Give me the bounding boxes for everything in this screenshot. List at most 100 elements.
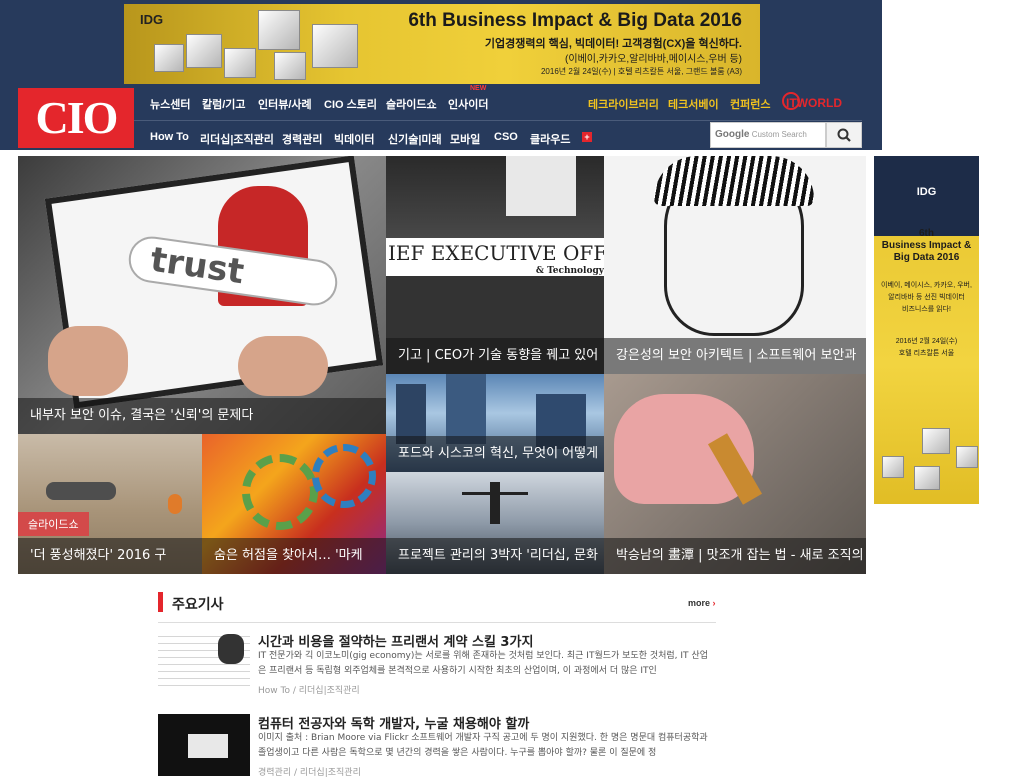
search-icon <box>837 128 851 142</box>
feature-tile[interactable]: 숨은 허점을 찾아서… '마케 <box>202 434 386 574</box>
businessman-arms <box>462 492 528 495</box>
feature-tile[interactable]: 슬라이드쇼 '더 풍성해졌다' 2016 구 <box>18 434 202 574</box>
feature-tile[interactable]: 포드와 시스코의 혁신, 무엇이 어떻게 <box>386 374 604 472</box>
article-category[interactable]: How To / 리더십|조직관리 <box>258 683 360 696</box>
side-ad-title-line: Business Impact & <box>881 240 972 251</box>
side-ad-desc-line: 비즈니스를 읽다! <box>902 306 951 313</box>
article-thumbnail[interactable] <box>158 630 250 692</box>
banner-brand: IDG <box>140 12 164 27</box>
cio-logo[interactable]: CIO <box>18 88 134 148</box>
nav-divider <box>134 120 862 121</box>
hair-sketch <box>654 156 814 206</box>
side-cube-graphic <box>914 466 940 490</box>
more-link[interactable]: more › <box>688 598 716 608</box>
search-placeholder: Custom Search <box>751 130 807 139</box>
laptop-screen-image <box>188 734 228 758</box>
starwars-image <box>46 482 116 500</box>
nav-column[interactable]: 칼럼/기고 <box>202 96 246 112</box>
nav-howto[interactable]: How To <box>150 131 189 143</box>
search-button[interactable] <box>826 122 862 148</box>
nav-mobile[interactable]: 모바일 <box>450 131 480 147</box>
top-banner-ad[interactable]: IDG 6th Business Impact & Big Data 2016 … <box>124 4 760 84</box>
nav-cso[interactable]: CSO <box>494 131 518 143</box>
building-image <box>396 384 426 444</box>
nav-cio-story[interactable]: CIO 스토리 <box>324 96 377 112</box>
side-ad-title-line: Big Data 2016 <box>893 252 960 263</box>
article-summary: IT 전문가와 긱 이코노미(gig economy)는 서로를 위해 존재하는… <box>258 651 708 676</box>
nav-leadership[interactable]: 리더십|조직관리 <box>200 131 274 147</box>
nav-news[interactable]: 뉴스센터 <box>150 96 190 112</box>
side-ad-desc-line: 알리바바 등 선진 빅데이터 <box>888 294 965 301</box>
feature-tile[interactable]: IEF EXECUTIVE OFFI & Technology 기고 | CEO… <box>386 156 604 374</box>
gear-icon <box>312 444 376 508</box>
nav-insider[interactable]: 인사이더 <box>448 96 488 112</box>
nav-cloud[interactable]: 클라우드 <box>530 131 570 147</box>
article-thumbnail[interactable] <box>158 714 250 776</box>
article-title[interactable]: 컴퓨터 전공자와 독학 개발자, 누굴 채용해야 할까 <box>258 713 529 732</box>
nav-conference[interactable]: 컨퍼런스 <box>730 96 770 112</box>
article-summary: 이미지 출처 : Brian Moore via Flickr 소프트웨어 개발… <box>258 733 708 758</box>
feature-tile[interactable]: 박승남의 畫潭 | 맛조개 잡는 법 - 새로 조직의 <box>604 374 866 574</box>
nav-career[interactable]: 경력관리 <box>282 131 322 147</box>
tile-caption: 내부자 보안 이슈, 결국은 '신뢰'의 문제다 <box>18 398 386 434</box>
hand-image <box>48 326 128 396</box>
slideshow-badge[interactable]: 슬라이드쇼 <box>18 512 89 536</box>
article-category[interactable]: 경력관리 / 리더십|조직관리 <box>258 765 361 778</box>
banner-cube-graphic <box>312 24 358 68</box>
section-marker <box>158 592 163 612</box>
nav-more-plus[interactable]: + <box>582 132 592 142</box>
nav-itworld[interactable]: ITWORLD <box>786 96 842 110</box>
side-cube-graphic <box>922 428 950 454</box>
banner-cube-graphic <box>224 48 256 78</box>
side-ad-desc: 이베이, 메이시스, 카카오, 우버, 알리바바 등 선진 빅데이터 비즈니스를… <box>874 280 979 316</box>
banner-line1: 기업경쟁력의 핵심, 빅데이터! 고객경험(CX)을 혁신하다. <box>484 38 742 50</box>
more-label: more <box>688 598 711 608</box>
section-divider <box>158 622 716 623</box>
nav-newtech[interactable]: 신기술|미래 <box>388 131 442 147</box>
section-title: 주요기사 <box>172 597 224 613</box>
tile-caption: '더 풍성해졌다' 2016 구 <box>18 538 202 574</box>
tile-caption: 숨은 허점을 찾아서… '마케 <box>202 538 386 574</box>
banner-line2: (이베이,카카오,알리바바,메이시스,우버 등) <box>565 54 742 65</box>
banner-cube-graphic <box>258 10 300 50</box>
droid-image <box>168 494 182 514</box>
nav-tech-survey[interactable]: 테크서베이 <box>668 96 719 112</box>
side-banner-ad[interactable]: IDG 6th Business Impact & Big Data 2016 … <box>874 156 979 504</box>
tile-caption: 프로젝트 관리의 3박자 '리더십, 문화 <box>386 538 604 574</box>
side-ad-title-line: 6th <box>919 228 934 239</box>
side-cube-graphic <box>956 446 978 468</box>
side-ad-brand: IDG <box>916 186 937 198</box>
side-cube-graphic <box>882 456 904 478</box>
nav-bigdata[interactable]: 빅데이터 <box>334 131 374 147</box>
nav-tech-library[interactable]: 테크라이브러리 <box>588 96 659 112</box>
new-badge: NEW <box>470 85 487 92</box>
search-input[interactable]: Google Custom Search <box>710 122 826 148</box>
tile-caption: 강은성의 보안 아키텍트 | 소프트웨어 보안과 <box>604 338 866 374</box>
shirt-image <box>506 156 576 216</box>
gear-icon <box>242 454 318 530</box>
building-image <box>446 374 486 444</box>
feature-tile[interactable]: trust 내부자 보안 이슈, 결국은 '신뢰'의 문제다 <box>18 156 386 434</box>
nav-slideshow[interactable]: 슬라이드쇼 <box>386 96 437 112</box>
sign-subtext: & Technology <box>535 266 604 276</box>
tile-caption: 포드와 시스코의 혁신, 무엇이 어떻게 <box>386 436 604 472</box>
article-title[interactable]: 시간과 비용을 절약하는 프리랜서 계약 스킬 3가지 <box>258 631 533 650</box>
side-ad-date-line: 2016년 2월 24일(수) <box>895 338 958 345</box>
feature-tile[interactable]: 강은성의 보안 아키텍트 | 소프트웨어 보안과 <box>604 156 866 374</box>
feature-tile[interactable]: 프로젝트 관리의 3박자 '리더십, 문화 <box>386 472 604 574</box>
sign-text: IEF EXECUTIVE OFFI <box>388 241 604 265</box>
side-ad-date: 2016년 2월 24일(수) 호텔 리츠칼튼 서울 <box>874 336 979 360</box>
side-ad-title: 6th Business Impact & Big Data 2016 <box>874 228 979 264</box>
banner-cube-graphic <box>186 34 222 68</box>
tile-caption: 기고 | CEO가 기술 동향을 꿰고 있어 <box>386 338 604 374</box>
google-brand: Google <box>715 129 750 140</box>
banner-line3: 2016년 2월 24일(수) | 호텔 리츠칼튼 서울, 그랜드 볼룸 (A3… <box>540 67 742 76</box>
nav-interview[interactable]: 인터뷰/사례 <box>258 96 312 112</box>
chevron-right-icon: › <box>710 598 716 608</box>
executive-sign-image: IEF EXECUTIVE OFFI & Technology <box>386 238 604 276</box>
side-ad-desc-line: 이베이, 메이시스, 카카오, 우버, <box>881 282 972 289</box>
banner-headline: 6th Business Impact & Big Data 2016 <box>408 10 742 31</box>
hand-image <box>238 336 328 396</box>
tile-caption: 박승남의 畫潭 | 맛조개 잡는 법 - 새로 조직의 <box>604 538 866 574</box>
businessman-image <box>490 482 500 524</box>
